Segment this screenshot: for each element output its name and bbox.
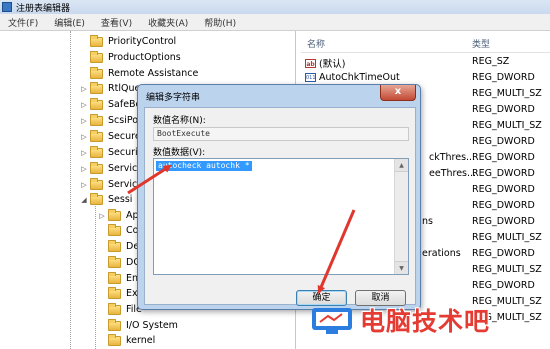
title-bar: 注册表编辑器 <box>0 0 550 14</box>
menu-help[interactable]: 帮助(H) <box>196 16 244 29</box>
value-data-textarea[interactable]: autocheck autochk * ▲ ▼ <box>153 158 409 275</box>
menu-file[interactable]: 文件(F) <box>0 16 46 29</box>
dialog-body: 数值名称(N): BootExecute 数值数据(V): autocheck … <box>144 107 416 306</box>
string-value-icon: ab <box>305 58 316 68</box>
tree-item-session-manager[interactable]: ◢ Sessi <box>80 192 132 207</box>
expand-icon[interactable]: ▷ <box>80 181 88 189</box>
regedit-icon <box>2 2 12 12</box>
tree-item[interactable]: ▷ Secure <box>80 129 141 144</box>
folder-icon <box>90 113 103 126</box>
regedit-window: 注册表编辑器 文件(F) 编辑(E) 查看(V) 收藏夹(A) 帮助(H) Pr… <box>0 0 550 349</box>
menu-edit[interactable]: 编辑(E) <box>46 16 93 29</box>
column-type-header[interactable]: 类型 <box>472 37 490 50</box>
tree-guide-line <box>70 31 71 349</box>
binary-value-icon: 011 <box>305 73 316 82</box>
expand-icon[interactable]: ▷ <box>80 117 88 125</box>
expand-icon[interactable]: ▷ <box>80 149 88 157</box>
expand-icon[interactable]: ▷ <box>80 133 88 141</box>
folder-icon <box>90 50 103 63</box>
folder-icon <box>108 223 121 236</box>
value-data-label: 数值数据(V): <box>153 148 206 158</box>
watermark-text: 电脑技术吧 <box>360 307 491 336</box>
folder-icon <box>90 145 103 158</box>
folder-icon <box>108 239 121 252</box>
tree-item[interactable]: ▷ ScsiPo <box>80 113 138 128</box>
close-icon[interactable]: x <box>380 85 416 101</box>
menu-view[interactable]: 查看(V) <box>93 16 140 29</box>
tree-subitem[interactable]: kernel <box>98 333 155 348</box>
folder-icon <box>108 302 121 315</box>
folder-icon <box>90 97 103 110</box>
list-row[interactable]: ab (默认) REG_SZ <box>301 54 550 70</box>
edit-multi-string-dialog: 编辑多字符串 x 数值名称(N): BootExecute 数值数据(V): a… <box>137 84 421 310</box>
tree-item[interactable]: ▷ SafeBo <box>80 97 141 112</box>
folder-icon <box>108 208 121 221</box>
expand-icon[interactable]: ▷ <box>80 85 88 93</box>
scroll-up-icon[interactable]: ▲ <box>395 159 408 172</box>
menu-bar: 文件(F) 编辑(E) 查看(V) 收藏夹(A) 帮助(H) <box>0 14 550 31</box>
tree-guide-line <box>95 203 96 349</box>
monitor-logo-icon <box>312 308 352 334</box>
tree-item[interactable]: PriorityControl <box>80 34 176 49</box>
tree-item[interactable]: ProductOptions <box>80 50 181 65</box>
folder-icon <box>90 66 103 79</box>
tree-subitem[interactable]: File <box>98 302 142 317</box>
tree-item[interactable]: ▷ RtlQue <box>80 81 140 96</box>
tree-subitem[interactable]: I/O System <box>98 318 178 333</box>
tree-item[interactable]: ▷ Service <box>80 177 143 192</box>
folder-icon <box>108 333 121 346</box>
scroll-down-icon[interactable]: ▼ <box>395 261 408 274</box>
folder-icon <box>108 286 121 299</box>
watermark: 电脑技术吧 <box>308 302 550 342</box>
list-header: 名称 类型 <box>301 35 550 53</box>
vertical-scrollbar[interactable]: ▲ ▼ <box>394 159 408 274</box>
collapse-icon[interactable]: ◢ <box>80 196 88 204</box>
folder-icon <box>90 129 103 142</box>
folder-open-icon <box>90 192 103 205</box>
menu-favorites[interactable]: 收藏夹(A) <box>140 16 196 29</box>
tree-item[interactable]: ▷ Service <box>80 161 143 176</box>
column-name-header[interactable]: 名称 <box>307 37 325 50</box>
expand-icon[interactable]: ▷ <box>98 212 106 220</box>
value-name-field: BootExecute <box>153 127 409 141</box>
folder-icon <box>90 34 103 47</box>
folder-icon <box>90 161 103 174</box>
expand-icon[interactable]: ▷ <box>80 101 88 109</box>
folder-icon <box>108 255 121 268</box>
folder-icon <box>108 318 121 331</box>
value-data-selected-text[interactable]: autocheck autochk * <box>156 161 252 171</box>
folder-icon <box>90 177 103 190</box>
expand-icon[interactable]: ▷ <box>80 165 88 173</box>
tree-item[interactable]: Remote Assistance <box>80 66 198 81</box>
value-name-label: 数值名称(N): <box>153 116 206 126</box>
folder-icon <box>108 271 121 284</box>
folder-icon <box>90 81 103 94</box>
window-title: 注册表编辑器 <box>16 3 71 14</box>
dialog-title: 编辑多字符串 <box>146 93 201 103</box>
